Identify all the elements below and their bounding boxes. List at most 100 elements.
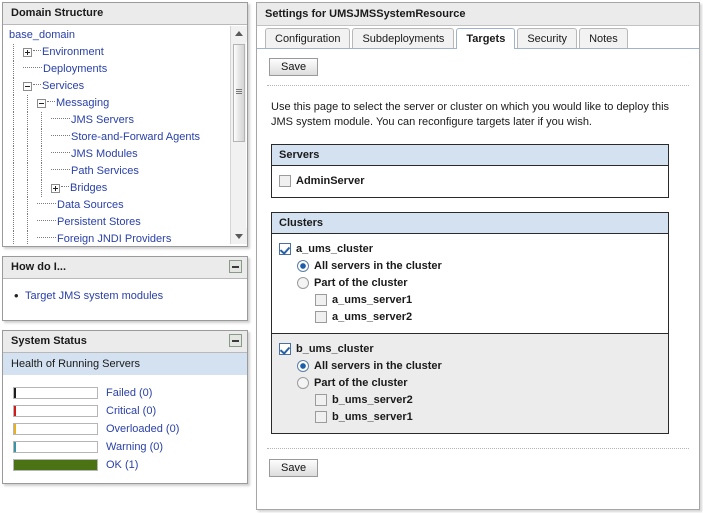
radio-all-servers-a_ums_cluster[interactable] xyxy=(297,260,309,272)
save-top-container: Save xyxy=(257,49,699,85)
tree-guide-line xyxy=(27,197,28,214)
tree-item-label[interactable]: JMS Modules xyxy=(71,148,138,160)
tree-item-path-services[interactable]: Path Services xyxy=(3,163,229,180)
all-servers-row: All servers in the cluster xyxy=(279,358,661,374)
collapse-icon-how-do-i[interactable] xyxy=(229,260,242,273)
server-target-label: AdminServer xyxy=(296,175,365,187)
console-page: Domain Structure base_domain Environment D… xyxy=(0,0,703,513)
tree-guide-line xyxy=(13,180,14,197)
tree-item-label[interactable]: Path Services xyxy=(71,165,139,177)
tree-connector xyxy=(61,186,69,188)
health-bar xyxy=(13,459,98,471)
tree-item-label[interactable]: Data Sources xyxy=(57,199,124,211)
health-label[interactable]: OK (1) xyxy=(106,459,138,471)
system-status-subtitle: Health of Running Servers xyxy=(3,353,247,376)
radio-part-of-cluster-a_ums_cluster[interactable] xyxy=(297,277,309,289)
health-label[interactable]: Overloaded (0) xyxy=(106,423,179,435)
tree-item-label[interactable]: Services xyxy=(42,80,84,92)
tree-item-services[interactable]: Services xyxy=(3,78,229,95)
expand-icon[interactable] xyxy=(51,183,60,193)
part-of-cluster-label: Part of the cluster xyxy=(314,277,408,289)
health-bar xyxy=(13,405,98,417)
tree-scrollbar[interactable] xyxy=(230,26,247,244)
tree-item-store-and-forward-agents[interactable]: Store-and-Forward Agents xyxy=(3,129,229,146)
health-bar xyxy=(13,441,98,453)
radio-part-of-cluster-b_ums_cluster[interactable] xyxy=(297,377,309,389)
tree-item-data-sources[interactable]: Data Sources xyxy=(3,197,229,214)
tree-guide-line xyxy=(41,146,42,163)
tab-notes[interactable]: Notes xyxy=(579,28,628,48)
tab-targets[interactable]: Targets xyxy=(456,28,516,49)
health-label[interactable]: Warning (0) xyxy=(106,441,163,453)
cluster-member-label: a_ums_server1 xyxy=(332,294,413,306)
tree-guide-line xyxy=(13,61,14,78)
expand-icon[interactable] xyxy=(23,47,32,57)
tree-guide-line xyxy=(27,95,28,112)
scroll-down-arrow-icon[interactable] xyxy=(231,228,247,244)
checkbox-adminserver[interactable] xyxy=(279,175,291,187)
tree-item-label[interactable]: base_domain xyxy=(9,29,75,41)
tree-item-label[interactable]: Bridges xyxy=(70,182,107,194)
collapse-icon[interactable] xyxy=(23,81,32,91)
health-label[interactable]: Failed (0) xyxy=(106,387,152,399)
collapse-icon[interactable] xyxy=(37,98,46,108)
tab-subdeployments[interactable]: Subdeployments xyxy=(352,28,455,48)
tree-item-persistent-stores[interactable]: Persistent Stores xyxy=(3,214,229,231)
tree-item-label[interactable]: JMS Servers xyxy=(71,114,134,126)
tree-item-jms-modules[interactable]: JMS Modules xyxy=(3,146,229,163)
system-status-title: System Status xyxy=(3,331,247,353)
cluster-name-label: b_ums_cluster xyxy=(296,343,374,355)
tree-item-label[interactable]: Deployments xyxy=(43,63,107,75)
tree-item-bridges[interactable]: Bridges xyxy=(3,180,229,197)
domain-structure-panel: Domain Structure base_domain Environment D… xyxy=(2,2,248,247)
tree-guide-line xyxy=(13,163,14,180)
part-of-cluster-label: Part of the cluster xyxy=(314,377,408,389)
health-bar-fill xyxy=(14,388,16,398)
tree-item-deployments[interactable]: Deployments xyxy=(3,61,229,78)
tree-item-label[interactable]: Store-and-Forward Agents xyxy=(71,131,200,143)
checkbox-b_ums_server2[interactable] xyxy=(315,394,327,406)
collapse-icon-system-status[interactable] xyxy=(229,334,242,347)
tab-security[interactable]: Security xyxy=(517,28,578,48)
health-label[interactable]: Critical (0) xyxy=(106,405,156,417)
tree-item-messaging[interactable]: Messaging xyxy=(3,95,229,112)
tree-item-label[interactable]: Environment xyxy=(42,46,104,58)
radio-all-servers-b_ums_cluster[interactable] xyxy=(297,360,309,372)
tree-item-jms-servers[interactable]: JMS Servers xyxy=(3,112,229,129)
how-do-i-title: How do I... xyxy=(3,257,247,279)
checkbox-a_ums_server2[interactable] xyxy=(315,311,327,323)
tree-connector xyxy=(33,84,41,86)
tree-item-label[interactable]: Messaging xyxy=(56,97,109,109)
save-button-top[interactable]: Save xyxy=(269,58,319,76)
cluster-target-block: b_ums_cluster All servers in the cluster P… xyxy=(272,333,668,433)
clusters-rows: a_ums_cluster All servers in the cluster P… xyxy=(272,234,668,433)
tab-configuration[interactable]: Configuration xyxy=(265,28,351,48)
part-of-cluster-row: Part of the cluster xyxy=(279,375,661,391)
checkbox-a_ums_server1[interactable] xyxy=(315,294,327,306)
scrollbar-thumb[interactable] xyxy=(233,44,245,142)
tree-item-label[interactable]: Persistent Stores xyxy=(57,216,141,228)
domain-structure-tree: base_domain Environment Deployments Service… xyxy=(3,25,247,245)
health-row: OK (1) xyxy=(3,456,247,474)
checkbox-a_ums_cluster[interactable] xyxy=(279,243,291,255)
system-status-panel: System Status Health of Running Servers … xyxy=(2,330,248,484)
server-target-row: AdminServer xyxy=(279,173,661,189)
tree-connector xyxy=(47,101,55,103)
tab-bar: Configuration Subdeployments Targets Securi… xyxy=(257,26,699,49)
tree-guide-line xyxy=(41,163,42,180)
page-title: Settings for UMSJMSSystemResource xyxy=(257,3,699,26)
checkbox-b_ums_cluster[interactable] xyxy=(279,343,291,355)
tree-guide-line xyxy=(27,112,28,129)
system-status-title-text: System Status xyxy=(11,335,87,347)
tree-item-base-domain[interactable]: base_domain xyxy=(3,27,229,44)
checkbox-b_ums_server1[interactable] xyxy=(315,411,327,423)
tree-item-label[interactable]: Foreign JNDI Providers xyxy=(57,233,171,245)
how-do-i-link[interactable]: Target JMS system modules xyxy=(3,288,247,304)
save-button-bottom[interactable]: Save xyxy=(269,459,319,477)
tree-item-environment[interactable]: Environment xyxy=(3,44,229,61)
tree-connector xyxy=(37,220,56,222)
tree-connector xyxy=(23,67,42,69)
tree-scroll-area: base_domain Environment Deployments Service… xyxy=(3,25,229,245)
tree-item-foreign-jndi-providers[interactable]: Foreign JNDI Providers xyxy=(3,231,229,245)
scroll-up-arrow-icon[interactable] xyxy=(231,26,247,42)
